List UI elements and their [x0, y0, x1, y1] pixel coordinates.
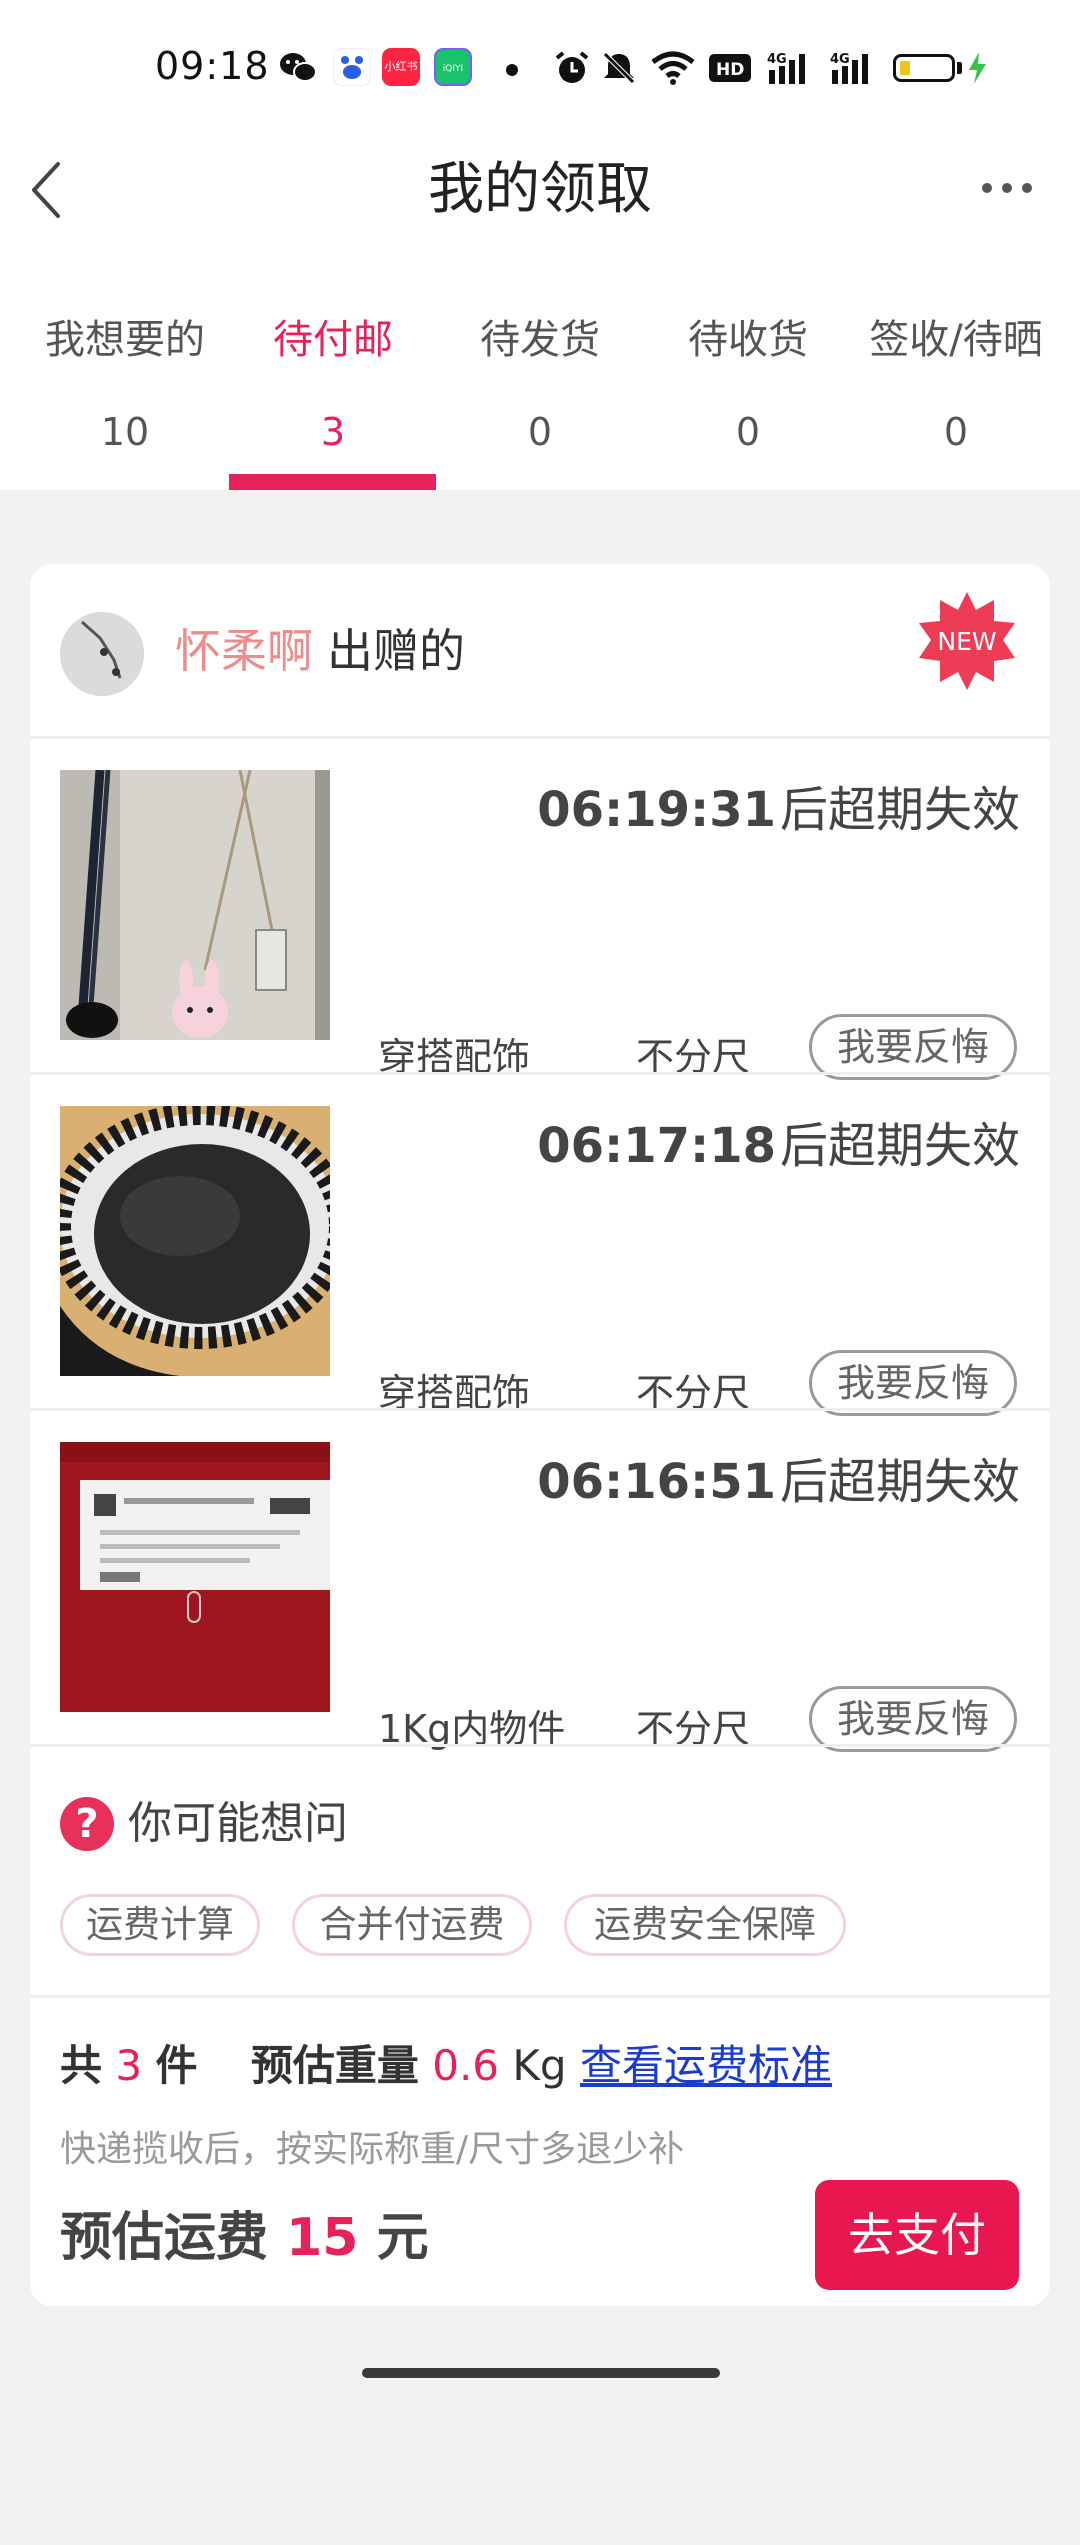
- total-count: 3: [115, 2041, 143, 2090]
- giver-name[interactable]: 怀柔啊: [175, 624, 313, 678]
- new-badge-label: NEW: [937, 627, 997, 656]
- tab-label: 待收货: [688, 317, 808, 363]
- svg-text:HD: HD: [716, 60, 744, 80]
- divider: [30, 1995, 1050, 1998]
- tab-count: 0: [527, 410, 553, 454]
- faq-chip-shipping-safety[interactable]: 运费安全保障: [564, 1894, 846, 1956]
- countdown-suffix: 后超期失效: [779, 1118, 1020, 1174]
- battery-tip: [957, 62, 962, 74]
- giver-line: 怀柔啊 出赠的: [175, 620, 465, 682]
- divider: [30, 1744, 1050, 1747]
- xiaohongshu-app-icon: 小红书: [382, 48, 420, 86]
- expiry-countdown: 06:17:18后超期失效: [537, 1106, 1020, 1176]
- countdown-time: 06:19:31: [537, 782, 776, 838]
- total-prefix: 共: [60, 2041, 103, 2090]
- item-thumbnail[interactable]: [60, 1442, 330, 1712]
- divider: [30, 1408, 1050, 1411]
- tab-wanted[interactable]: 我想要的 10: [21, 300, 229, 470]
- tab-signed-to-share[interactable]: 签收/待晒 0: [852, 300, 1060, 470]
- item-thumbnail[interactable]: [60, 770, 330, 1040]
- total-unit: 件: [155, 2041, 198, 2090]
- signal-4g-icon: 4G: [767, 52, 805, 84]
- fee-label: 预估运费: [60, 2208, 269, 2268]
- battery-icon: [893, 54, 955, 82]
- tab-label: 待发货: [480, 317, 600, 363]
- tab-count: 0: [943, 410, 969, 454]
- weight-label: 预估重量: [250, 2041, 419, 2090]
- tab-count: 3: [320, 410, 346, 454]
- item-thumbnail[interactable]: [60, 1106, 330, 1376]
- wifi-icon: [651, 51, 695, 85]
- baidu-app-icon: [333, 48, 371, 86]
- countdown-suffix: 后超期失效: [779, 1454, 1020, 1510]
- faq-chip-combine-postage[interactable]: 合并付运费: [292, 1894, 532, 1956]
- tab-label: 我想要的: [45, 317, 205, 363]
- hd-icon: HD: [709, 54, 751, 82]
- divider: [30, 736, 1050, 739]
- estimated-fee: 预估运费 15 元: [60, 2200, 429, 2276]
- expiry-countdown: 06:16:51后超期失效: [537, 1442, 1020, 1512]
- notification-dot: [506, 64, 518, 76]
- fee-value: 15: [286, 2208, 359, 2268]
- avatar[interactable]: [60, 612, 144, 696]
- giver-suffix: 出赠的: [327, 624, 465, 678]
- countdown-suffix: 后超期失效: [779, 782, 1020, 838]
- mute-icon: [603, 52, 635, 84]
- faq-chip-shipping-calc[interactable]: 运费计算: [60, 1894, 260, 1956]
- order-summary-line: 共 3 件 预估重量 0.6 Kg 查看运费标准: [60, 2036, 832, 2096]
- iqiyi-app-icon: iQIYI: [434, 48, 472, 86]
- question-icon: ?: [60, 1797, 114, 1851]
- battery-level: [900, 61, 910, 75]
- tab-count: 0: [735, 410, 761, 454]
- tab-pending-receipt[interactable]: 待收货 0: [644, 300, 852, 470]
- signal-4g-icon: 4G: [830, 52, 868, 84]
- countdown-time: 06:16:51: [537, 1454, 776, 1510]
- fee-unit: 元: [376, 2208, 429, 2268]
- shipping-standard-link[interactable]: 查看运费标准: [580, 2041, 832, 2090]
- charging-icon: [969, 52, 986, 84]
- svg-text:4G: 4G: [767, 52, 787, 67]
- tab-label: 待付邮: [273, 317, 393, 363]
- home-indicator[interactable]: [362, 2368, 720, 2378]
- regret-button[interactable]: 我要反悔: [809, 1686, 1017, 1752]
- weight-note: 快递揽收后，按实际称重/尺寸多退少补: [60, 2129, 685, 2170]
- tab-pending-shipment[interactable]: 待发货 0: [436, 300, 644, 470]
- countdown-time: 06:17:18: [537, 1118, 776, 1174]
- pay-button[interactable]: 去支付: [815, 2180, 1019, 2290]
- faq-title: 你可能想问: [128, 1798, 348, 1849]
- tab-pending-postage[interactable]: 待付邮 3: [229, 300, 437, 470]
- expiry-countdown: 06:19:31后超期失效: [537, 770, 1020, 840]
- svg-text:4G: 4G: [830, 52, 850, 67]
- weight-unit: Kg: [512, 2041, 567, 2090]
- wechat-icon: [280, 53, 317, 82]
- active-tab-indicator: [229, 474, 436, 490]
- regret-button[interactable]: 我要反悔: [809, 1350, 1017, 1416]
- status-time: 09:18: [155, 44, 270, 88]
- new-badge: NEW: [915, 590, 1019, 694]
- tab-label: 签收/待晒: [869, 317, 1043, 363]
- regret-button[interactable]: 我要反悔: [809, 1014, 1017, 1080]
- tab-count: 10: [100, 410, 150, 454]
- more-options-icon[interactable]: [980, 178, 1034, 198]
- divider: [30, 1072, 1050, 1075]
- alarm-icon: [555, 51, 589, 83]
- weight-value: 0.6: [432, 2041, 500, 2090]
